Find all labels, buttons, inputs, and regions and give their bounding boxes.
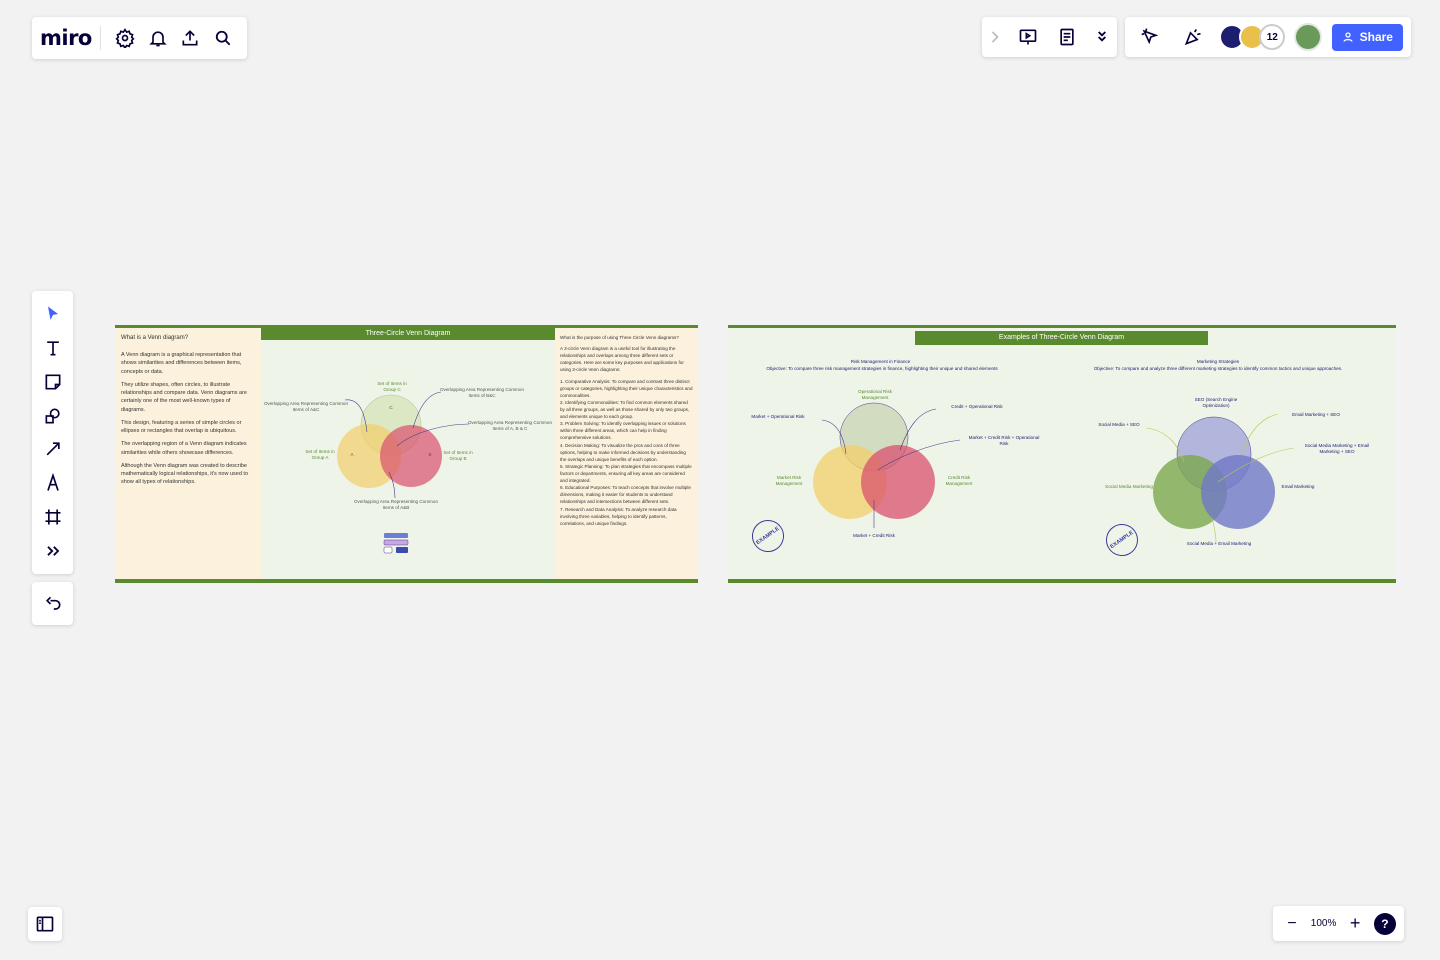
- purpose-heading: What is the purpose of using Three Circl…: [560, 335, 679, 340]
- venn-definition-panel: What is a Venn diagram? A Venn diagram i…: [115, 328, 261, 579]
- label-market: Market Risk Management: [775, 475, 803, 487]
- user-icon: [1343, 32, 1353, 42]
- purpose-point: 5. Strategic Planning: To plan strategie…: [560, 463, 692, 484]
- share-button[interactable]: Share: [1331, 23, 1403, 51]
- zoom-level[interactable]: 100%: [1311, 918, 1337, 929]
- label-abc: Overlapping Area Representing Common Ite…: [467, 420, 552, 432]
- left-toolbar: [32, 291, 73, 574]
- label-set-b: Set of Items in Group B: [443, 450, 473, 462]
- upload-icon[interactable]: [174, 21, 207, 55]
- label-ab: Overlapping Area Representing Common Ite…: [353, 499, 438, 511]
- venn-circle-credit: [861, 445, 935, 519]
- label-seo: SEO (Search Engine Optimization): [1194, 397, 1238, 409]
- more-tools-icon[interactable]: [36, 534, 70, 568]
- undo-panel: [32, 582, 73, 625]
- definition-paragraph: A Venn diagram is a graphical representa…: [121, 352, 242, 375]
- undo-icon[interactable]: [36, 587, 70, 621]
- settings-icon[interactable]: [109, 21, 142, 55]
- label-b: B: [428, 452, 432, 457]
- label-set-a: Set of Items in Group A: [305, 449, 335, 461]
- help-button[interactable]: ?: [1373, 912, 1396, 935]
- frame-three-circle-venn[interactable]: What is a Venn diagram? A Venn diagram i…: [115, 325, 698, 583]
- share-toolbar: 12 Share: [1125, 17, 1411, 57]
- share-label: Share: [1359, 30, 1393, 44]
- label-market-credit-operational: Market + Credit Risk + Operational Risk: [968, 435, 1040, 447]
- purpose-intro: A 3-circle Venn diagram is a useful tool…: [560, 346, 684, 373]
- miro-logo[interactable]: miro: [40, 26, 101, 50]
- legend-icon: [383, 533, 409, 554]
- purpose-point: 2. Identifying Commonalities: To find co…: [560, 399, 690, 420]
- label-a: A: [350, 452, 354, 457]
- label-market-operational: Market + Operational Risk: [751, 414, 805, 419]
- current-user-avatar[interactable]: [1294, 23, 1323, 51]
- connector-se: [1211, 517, 1217, 543]
- label-email-seo: Email Marketing + SEO: [1292, 412, 1340, 417]
- label-social-email-seo: Social Media Marketing + Email Marketing…: [1304, 443, 1370, 455]
- connector-tool-icon[interactable]: [36, 433, 70, 467]
- label-bc: Overlapping Area Representing Common Ite…: [439, 387, 524, 399]
- sidebar-toggle[interactable]: [28, 907, 62, 941]
- stamp-label: EXAMPLE: [1109, 529, 1135, 551]
- definition-paragraph: They utilize shapes, often circles, to i…: [121, 381, 247, 413]
- zoom-out-button[interactable]: −: [1281, 907, 1303, 941]
- collaboration-toolbar: [982, 17, 1117, 57]
- definition-paragraph: The overlapping region of a Venn diagram…: [121, 441, 247, 456]
- purpose-point: 4. Decision Making: To visualize the pro…: [560, 442, 686, 462]
- frame-venn-examples[interactable]: Examples of Three-Circle Venn Diagram Ri…: [728, 325, 1396, 583]
- select-tool-icon[interactable]: [36, 297, 70, 331]
- collaborator-avatars[interactable]: 12: [1219, 24, 1286, 50]
- purpose-point: 7. Research and Data Analysis: To analyz…: [560, 506, 677, 526]
- stamp-label: EXAMPLE: [755, 525, 781, 547]
- purpose-point: 3. Problem Solving: To identify overlapp…: [560, 421, 686, 441]
- label-ac: Overlapping Area Representing Common Ite…: [263, 401, 348, 413]
- definition-heading: What is a Venn diagram?: [121, 335, 189, 341]
- definition-paragraph: Although the Venn diagram was created to…: [121, 462, 248, 486]
- venn-purpose-panel: What is the purpose of using Three Circl…: [555, 328, 698, 579]
- label-c: C: [389, 405, 393, 410]
- chevron-right-icon[interactable]: [985, 20, 1005, 54]
- text-tool-icon[interactable]: [36, 331, 70, 365]
- avatar-count[interactable]: 12: [1259, 24, 1286, 50]
- label-credit: Credit Risk Management: [945, 475, 973, 487]
- purpose-point: 6. Educational Purposes: To teach concep…: [560, 485, 691, 505]
- zoom-controls: − 100% + ?: [1273, 906, 1404, 941]
- sidebar-icon: [36, 916, 54, 932]
- label-social-email: Social Media + Email Marketing: [1186, 541, 1252, 546]
- top-left-toolbar: miro: [32, 17, 247, 59]
- label-social: Social Media Marketing: [1105, 484, 1153, 489]
- celebrate-icon[interactable]: [1176, 20, 1210, 54]
- label-operational: Operational Risk Management: [858, 389, 892, 401]
- label-market-credit: Market + Credit Risk: [853, 533, 895, 538]
- frame-title: Examples of Three-Circle Venn Diagram: [915, 331, 1208, 345]
- label-credit-operational: Credit + Operational Risk: [951, 404, 1003, 409]
- definition-paragraph: This design, featuring a series of simpl…: [121, 419, 242, 434]
- label-email: Email Marketing: [1281, 484, 1315, 489]
- search-icon[interactable]: [206, 21, 239, 55]
- sticky-note-tool-icon[interactable]: [36, 365, 70, 399]
- label-social-seo: Social Media + SEO: [1098, 422, 1140, 427]
- shapes-tool-icon[interactable]: [36, 399, 70, 433]
- purpose-point: 1. Comparative Analysis: To compare and …: [560, 378, 693, 398]
- pen-tool-icon[interactable]: [36, 466, 70, 500]
- bell-icon[interactable]: [141, 21, 174, 55]
- notes-icon[interactable]: [1050, 20, 1084, 54]
- venn-diagram-area: Three-Circle Venn Diagram Set of Items i…: [261, 328, 555, 579]
- zoom-in-button[interactable]: +: [1344, 907, 1366, 941]
- present-icon[interactable]: [1011, 20, 1045, 54]
- venn-circle-email: [1201, 455, 1275, 529]
- frame-tool-icon[interactable]: [36, 500, 70, 534]
- more-chevrons-icon[interactable]: [1090, 20, 1114, 54]
- cursor-follow-icon[interactable]: [1133, 20, 1167, 54]
- label-set-c: Set of Items in Group C: [377, 381, 407, 393]
